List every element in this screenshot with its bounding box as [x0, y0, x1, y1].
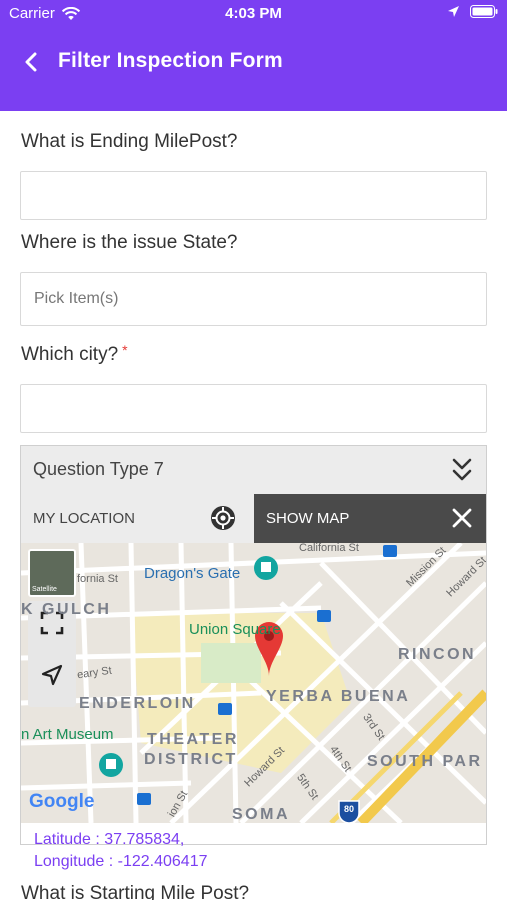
close-icon[interactable] [450, 506, 474, 530]
my-location-button[interactable]: MY LOCATION [21, 494, 254, 543]
starting-milepost-label: What is Starting Mile Post? [21, 883, 250, 900]
city-input[interactable] [20, 384, 487, 433]
page-title: Filter Inspection Form [58, 49, 283, 72]
map-label: Dragon's Gate [144, 565, 241, 582]
show-map-button[interactable]: SHOW MAP [254, 494, 486, 543]
location-arrow-icon [448, 6, 459, 17]
map-label: n Art Museum [21, 726, 114, 743]
ending-milepost-input[interactable] [20, 171, 487, 220]
issue-state-placeholder: Pick Item(s) [34, 290, 119, 307]
map-label: California St [299, 543, 359, 554]
crosshair-icon[interactable] [210, 505, 236, 531]
map-label: YERBA BUENA [266, 688, 411, 705]
google-logo: Google [29, 791, 94, 813]
map-view[interactable]: Satellite California St fornia St Dragon… [21, 543, 486, 823]
location-toolbar: MY LOCATION SHOW MAP [21, 494, 486, 543]
map-label: SOMA [232, 806, 290, 823]
chevron-left-icon [25, 52, 37, 72]
nav-bar: Filter Inspection Form [0, 28, 507, 111]
longitude-text: Longitude : -122.406417 [34, 853, 208, 870]
highway-number: 80 [344, 804, 355, 814]
battery-icon [470, 5, 498, 18]
map-label: ENDERLOIN [79, 695, 196, 712]
latitude-text: Latitude : 37.785834, [34, 831, 185, 848]
map-label: THEATER [147, 731, 239, 748]
city-label-text: Which city? [21, 344, 119, 365]
status-bar: Carrier 4:03 PM [0, 0, 507, 28]
google-attribution: Google [29, 791, 95, 812]
clock: 4:03 PM [225, 5, 282, 22]
issue-state-label: Where is the issue State? [21, 232, 238, 253]
back-button[interactable] [18, 46, 44, 78]
required-marker: * [122, 342, 128, 358]
coordinates: Latitude : 37.785834, Longitude : -122.4… [34, 829, 207, 873]
city-label: Which city? * [21, 342, 128, 366]
ending-milepost-label: What is Ending MilePost? [21, 131, 238, 152]
question-header[interactable]: Question Type 7 [21, 446, 486, 494]
show-map-label: SHOW MAP [266, 510, 350, 527]
location-question: Question Type 7 MY LOCATION SHOW MAP Sat… [20, 445, 487, 870]
status-right-icons [447, 5, 498, 18]
map-label: RINCON [398, 646, 477, 663]
map-label: DISTRICT [144, 751, 238, 768]
issue-state-picker[interactable]: Pick Item(s) [20, 272, 487, 326]
satellite-label: Satellite [32, 586, 57, 593]
satellite-toggle[interactable]: Satellite [28, 549, 76, 597]
question-title: Question Type 7 [33, 459, 164, 479]
map-label: fornia St [77, 573, 118, 585]
navigate-arrow-icon[interactable] [40, 663, 64, 687]
map-label: Union Square [189, 621, 281, 638]
map-label: K GULCH [21, 601, 112, 618]
map-label: SOUTH PAR [367, 753, 483, 770]
my-location-label: MY LOCATION [33, 510, 135, 527]
double-chevron-down-icon[interactable] [450, 456, 474, 484]
